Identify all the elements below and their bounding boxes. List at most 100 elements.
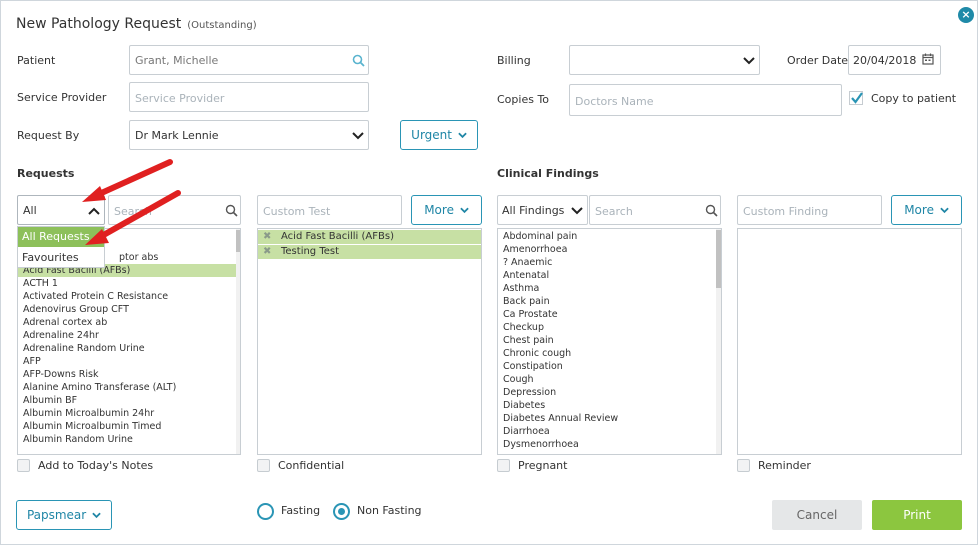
- custom-test-input[interactable]: Custom Test: [257, 195, 402, 225]
- non-fasting-label: Non Fasting: [357, 504, 422, 517]
- request-list-item[interactable]: AFP: [18, 355, 236, 368]
- selected-test-item: ✖ Acid Fast Bacilli (AFBs): [258, 230, 481, 244]
- order-date-label: Order Date: [787, 54, 849, 67]
- finding-list-item[interactable]: Amenorrhoea: [498, 243, 716, 256]
- fasting-radio[interactable]: [257, 503, 274, 520]
- more-findings-button[interactable]: More: [891, 195, 962, 225]
- findings-search-input[interactable]: Search: [589, 195, 721, 225]
- request-list-item[interactable]: ACTH 1: [18, 277, 236, 290]
- request-list-item[interactable]: Adrenaline Random Urine: [18, 342, 236, 355]
- dialog-title-text: New Pathology Request: [16, 16, 182, 32]
- requests-filter-dropdown: All Requests Favourites: [17, 226, 105, 268]
- dialog-title: New Pathology Request (Outstanding): [16, 16, 257, 32]
- reminder-checkbox[interactable]: [737, 459, 750, 472]
- selected-test-item: ✖ Testing Test: [258, 245, 481, 259]
- requests-scroll-track[interactable]: [236, 229, 240, 454]
- calendar-icon[interactable]: [922, 53, 934, 65]
- urgent-button-label: Urgent: [411, 128, 452, 142]
- patient-field[interactable]: Grant, Michelle: [129, 45, 369, 75]
- search-icon[interactable]: [352, 54, 365, 67]
- selected-tests-list: ✖ Acid Fast Bacilli (AFBs) ✖ Testing Test: [257, 228, 482, 455]
- requests-search-input[interactable]: Search: [108, 195, 241, 225]
- more-tests-button[interactable]: More: [411, 195, 482, 225]
- selected-test-label: Testing Test: [281, 246, 340, 257]
- confidential-label: Confidential: [278, 459, 345, 472]
- findings-list[interactable]: Abdominal pain Amenorrhoea? Anaemic Antena…: [497, 228, 722, 455]
- finding-list-item[interactable]: Cough: [498, 373, 716, 386]
- request-list-item[interactable]: Albumin Random Urine: [18, 433, 236, 446]
- search-icon[interactable]: [225, 204, 238, 217]
- request-list-item[interactable]: Albumin Microalbumin 24hr: [18, 407, 236, 420]
- copy-to-patient-checkbox[interactable]: [849, 91, 863, 105]
- filter-option-all-requests[interactable]: All Requests: [18, 227, 104, 247]
- chevron-down-icon: [743, 57, 755, 65]
- custom-finding-input[interactable]: Custom Finding: [737, 195, 882, 225]
- add-to-notes-label: Add to Today's Notes: [38, 459, 154, 472]
- finding-list-item[interactable]: Dysmenorrhoea: [498, 438, 716, 451]
- billing-label: Billing: [497, 54, 531, 67]
- service-provider-input[interactable]: Service Provider: [129, 82, 369, 112]
- remove-icon[interactable]: ✖: [263, 245, 271, 259]
- papsmear-button[interactable]: Papsmear: [16, 500, 112, 530]
- findings-scrollbar[interactable]: [716, 230, 721, 288]
- papsmear-button-label: Papsmear: [26, 508, 87, 522]
- finding-list-item[interactable]: Checkup: [498, 321, 716, 334]
- finding-list-item[interactable]: Diabetes: [498, 399, 716, 412]
- finding-list-item[interactable]: Chest pain: [498, 334, 716, 347]
- finding-list-item[interactable]: Abdominal pain: [498, 230, 716, 243]
- findings-filter-select[interactable]: All Findings: [497, 195, 588, 225]
- copies-to-placeholder: Doctors Name: [575, 95, 654, 108]
- remove-icon[interactable]: ✖: [263, 230, 271, 244]
- request-list-item[interactable]: Alanine Amino Transferase (ALT): [18, 381, 236, 394]
- finding-list-item[interactable]: Back pain: [498, 295, 716, 308]
- search-icon[interactable]: [705, 204, 718, 217]
- request-by-value: Dr Mark Lennie: [135, 129, 219, 142]
- requests-filter-value: All: [23, 204, 37, 217]
- requests-filter-select[interactable]: All: [17, 195, 105, 225]
- chevron-down-icon: [352, 132, 364, 140]
- finding-list-item[interactable]: Ca Prostate: [498, 308, 716, 321]
- request-list-item[interactable]: Albumin BF: [18, 394, 236, 407]
- finding-list-item[interactable]: Depression: [498, 386, 716, 399]
- finding-list-item[interactable]: Diabetes Annual Review: [498, 412, 716, 425]
- custom-finding-placeholder: Custom Finding: [743, 205, 829, 218]
- copies-to-input[interactable]: Doctors Name: [569, 84, 842, 116]
- reminder-label: Reminder: [758, 459, 811, 472]
- chevron-down-icon: [940, 207, 949, 214]
- request-list-item[interactable]: Adrenaline 24hr: [18, 329, 236, 342]
- billing-select[interactable]: [569, 45, 760, 75]
- finding-list-item[interactable]: Antenatal: [498, 269, 716, 282]
- non-fasting-radio[interactable]: [333, 503, 350, 520]
- chevron-down-icon: [92, 512, 101, 519]
- request-list-item[interactable]: Adenovirus Group CFT: [18, 303, 236, 316]
- print-button[interactable]: Print: [872, 500, 962, 530]
- close-icon[interactable]: ×: [958, 7, 974, 23]
- findings-search-placeholder: Search: [595, 205, 633, 218]
- urgent-button[interactable]: Urgent: [400, 120, 478, 150]
- fasting-label: Fasting: [281, 504, 321, 517]
- chevron-down-icon: [458, 132, 467, 139]
- request-list-item[interactable]: Albumin Microalbumin Timed: [18, 420, 236, 433]
- copy-to-patient-label: Copy to patient: [871, 92, 957, 105]
- pregnant-checkbox[interactable]: [497, 459, 510, 472]
- cancel-button[interactable]: Cancel: [772, 500, 862, 530]
- add-to-notes-checkbox[interactable]: [17, 459, 30, 472]
- request-by-select[interactable]: Dr Mark Lennie: [129, 120, 369, 150]
- request-list-item[interactable]: Activated Protein C Resistance: [18, 290, 236, 303]
- findings-filter-value: All Findings: [502, 204, 565, 217]
- dialog-status: (Outstanding): [187, 20, 257, 31]
- filter-option-favourites[interactable]: Favourites: [18, 249, 104, 267]
- confidential-checkbox[interactable]: [257, 459, 270, 472]
- finding-list-item[interactable]: ? Anaemic: [498, 256, 716, 269]
- request-list-item[interactable]: Adrenal cortex ab: [18, 316, 236, 329]
- copies-to-label: Copies To: [497, 93, 550, 106]
- finding-list-item[interactable]: Constipation: [498, 360, 716, 373]
- request-list-item[interactable]: AFP-Downs Risk: [18, 368, 236, 381]
- chevron-down-icon: [571, 207, 583, 215]
- finding-list-item[interactable]: Chronic cough: [498, 347, 716, 360]
- requests-scrollbar[interactable]: [236, 230, 240, 252]
- finding-list-item[interactable]: Asthma: [498, 282, 716, 295]
- order-date-input[interactable]: 20/04/2018: [848, 45, 941, 75]
- finding-list-item[interactable]: Diarrhoea: [498, 425, 716, 438]
- custom-test-placeholder: Custom Test: [263, 205, 331, 218]
